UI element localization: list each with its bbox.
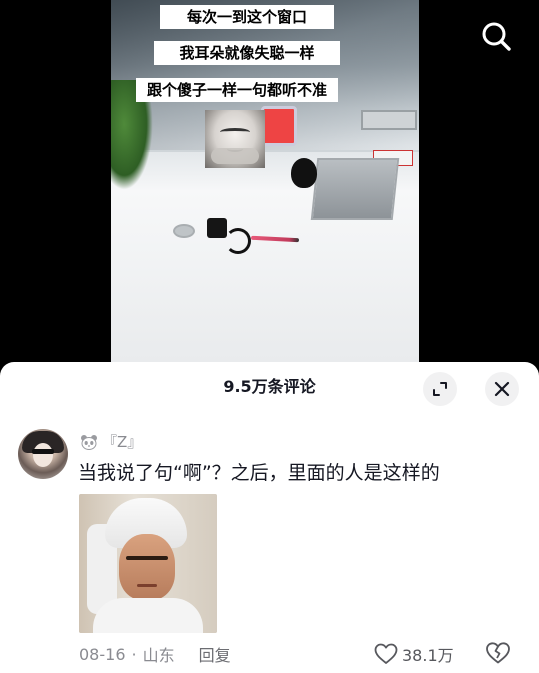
comments-count-title: 9.5万条评论 <box>223 377 316 396</box>
video-player[interactable]: 每次一到这个窗口 我耳朵就像失聪一样 跟个傻子一样一句都听不准 <box>0 0 539 362</box>
commenter-username[interactable]: 『Z』 <box>102 432 142 452</box>
like-button[interactable]: 38.1万 <box>374 641 454 667</box>
like-count: 38.1万 <box>402 646 454 665</box>
close-button[interactable] <box>485 372 519 406</box>
panda-icon <box>81 435 97 450</box>
reply-button[interactable]: 回复 <box>199 642 231 666</box>
comment-image[interactable] <box>79 494 217 633</box>
search-icon <box>482 22 511 51</box>
video-mouse <box>291 158 317 188</box>
close-icon <box>494 381 510 397</box>
video-caption-line-2: 我耳朵就像失聪一样 <box>154 41 340 65</box>
comment-location: 山东 <box>142 646 175 665</box>
broken-heart-icon <box>486 642 510 664</box>
video-caption-line-3: 跟个傻子一样一句都听不准 <box>136 78 338 102</box>
sticker-eyes <box>220 128 250 136</box>
expand-icon <box>433 382 447 396</box>
video-printer <box>361 110 417 130</box>
comment-meta: 08-16 · 山东 回复 <box>79 642 231 666</box>
sticker-hand <box>211 148 259 164</box>
comment-image-mouth <box>137 584 157 587</box>
search-button[interactable] <box>478 18 514 54</box>
video-charger <box>207 218 227 238</box>
expand-button[interactable] <box>423 372 457 406</box>
avatar-glasses <box>32 449 54 454</box>
avatar-face <box>33 443 53 467</box>
comment-text: 当我说了句“啊”？之后，里面的人是这样的 <box>78 462 440 484</box>
video-document-tray <box>310 158 400 220</box>
heart-icon <box>374 643 398 664</box>
comment-image-brow <box>126 556 168 560</box>
video-cable <box>225 228 251 254</box>
video-caption-line-1: 每次一到这个窗口 <box>160 5 334 29</box>
comments-sheet: 9.5万条评论 『Z』 当我说了句“啊”？之后，里面的人是这样的 08-16 ·… <box>0 362 539 673</box>
video-device <box>261 106 297 146</box>
comment-image-shirt <box>93 598 203 633</box>
comment-date: 08-16 <box>79 644 126 664</box>
comment-image-face <box>119 534 175 600</box>
comment-meta-separator: · <box>131 644 137 664</box>
commenter-avatar[interactable] <box>18 429 68 479</box>
video-desk-hole <box>173 224 195 238</box>
dislike-button[interactable] <box>485 641 511 667</box>
video-meme-sticker <box>205 110 265 168</box>
commenter-name-row[interactable]: 『Z』 <box>80 432 142 452</box>
